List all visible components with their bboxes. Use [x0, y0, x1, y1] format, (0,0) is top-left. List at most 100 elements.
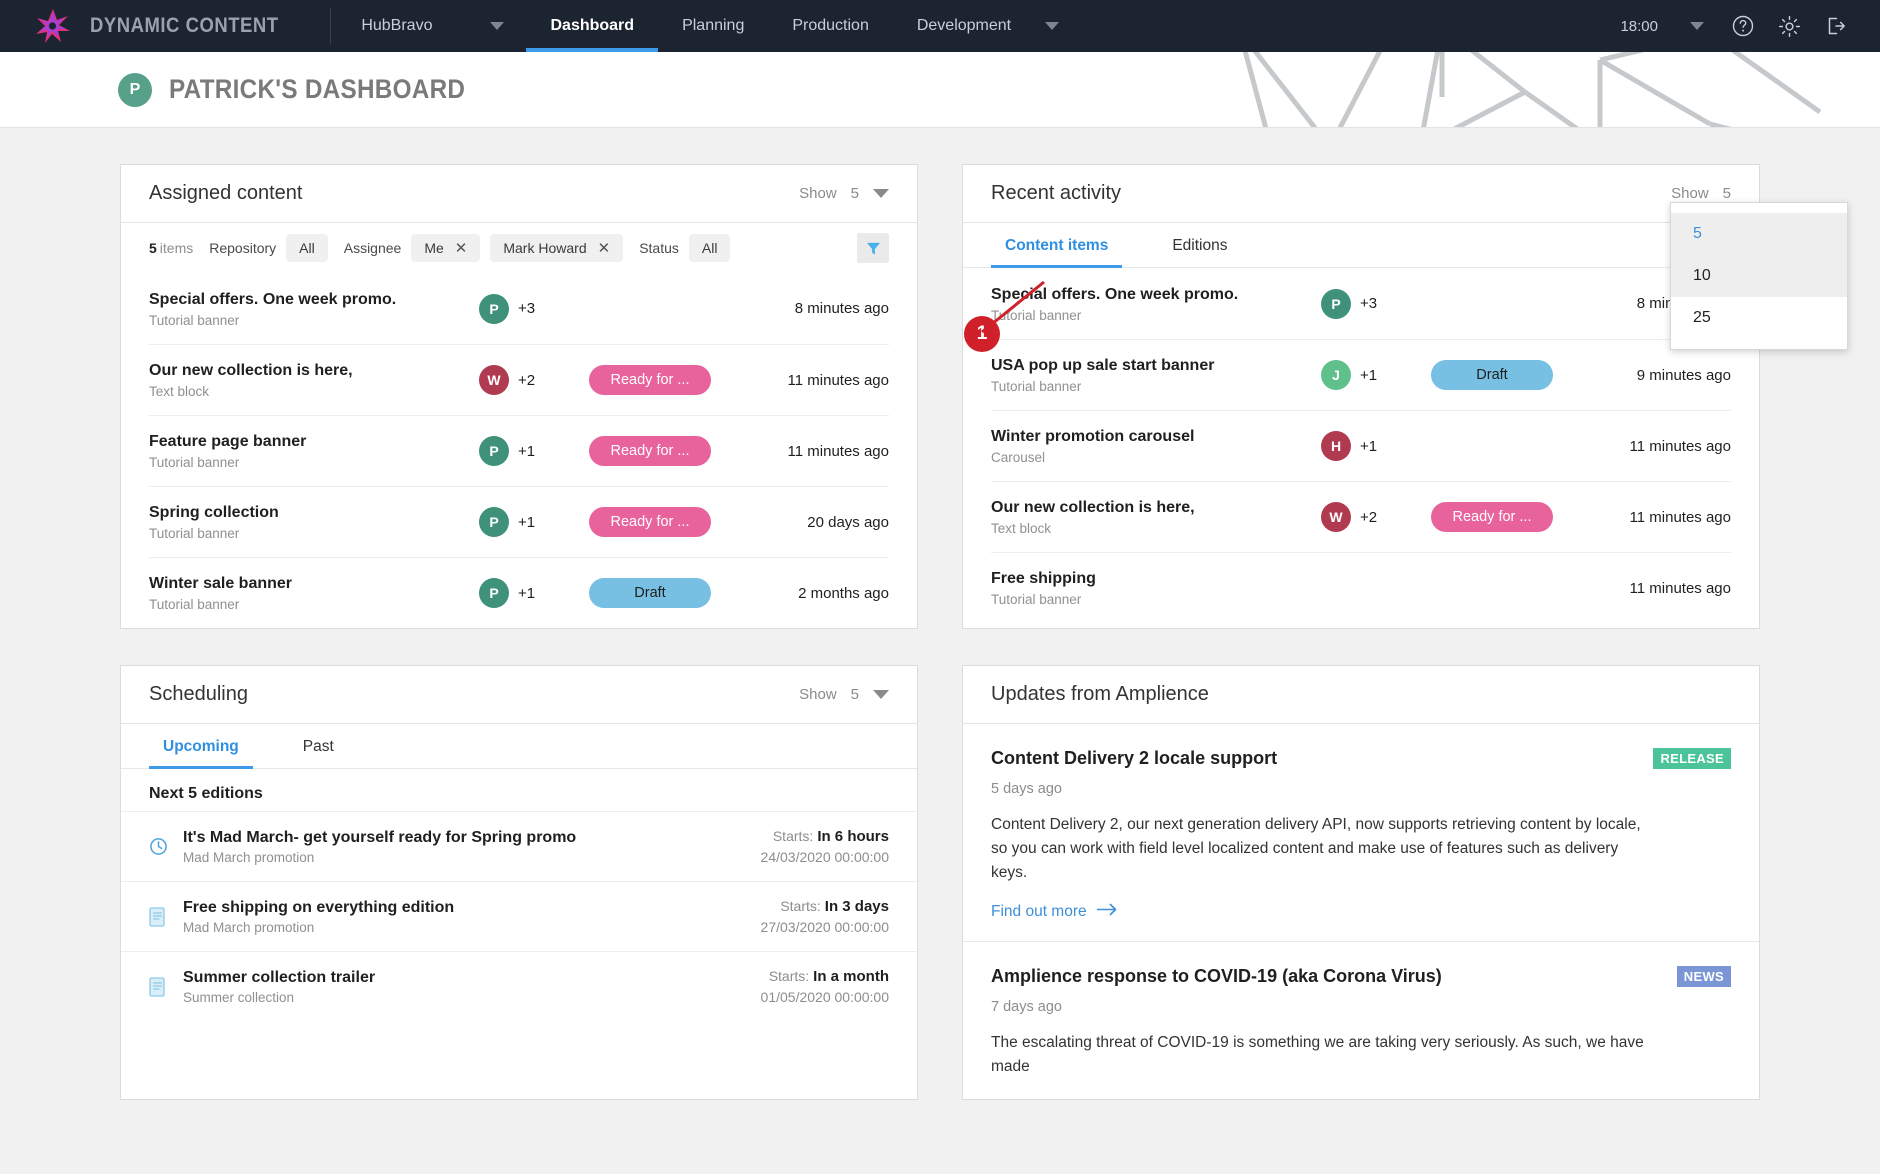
nav-spacer — [1083, 0, 1604, 52]
list-item[interactable]: Special offers. One week promo. Tutorial… — [991, 268, 1731, 339]
recent-activity-rows: Special offers. One week promo. Tutorial… — [963, 268, 1759, 623]
list-item-time: 11 minutes ago — [1553, 580, 1731, 597]
sign-out-icon[interactable] — [1812, 0, 1858, 52]
scheduling-item-timing: Starts:In 6 hours 24/03/2020 00:00:00 — [761, 828, 889, 865]
show-value: 5 — [851, 686, 859, 703]
timezone-time[interactable]: 18:00 — [1604, 18, 1674, 35]
chip-label: Me — [424, 240, 443, 256]
scheduling-item-subtitle: Summer collection — [183, 990, 761, 1005]
repository-filter-chip[interactable]: All — [286, 234, 328, 262]
scheduling-starts-value: In 3 days — [825, 898, 889, 915]
avatar: H — [1321, 431, 1351, 461]
list-item-title: Feature page banner — [149, 432, 479, 452]
assigned-show-dropdown[interactable]: Show 5 — [799, 185, 889, 202]
nav-item-production[interactable]: Production — [768, 0, 893, 52]
list-item[interactable]: Free shipping Tutorial banner 11 minutes… — [991, 552, 1731, 623]
list-item-title: Free shipping — [991, 569, 1321, 589]
list-item[interactable]: Winter promotion carousel Carousel H +1 … — [991, 410, 1731, 481]
status-badge: Ready for ... — [1431, 502, 1553, 532]
status-badge: Draft — [589, 578, 711, 608]
dashboard-content: Assigned content Show 5 5items Repositor… — [0, 128, 1880, 1174]
dropdown-option-label: 25 — [1693, 309, 1711, 327]
dropdown-option-5[interactable]: 5 — [1671, 213, 1847, 255]
update-body: Content Delivery 2, our next generation … — [991, 813, 1646, 885]
dropdown-option-label: 10 — [1693, 267, 1711, 285]
recent-activity-tabs: Content items Editions — [963, 223, 1759, 268]
list-item-text: Winter sale banner Tutorial banner — [149, 574, 479, 612]
scheduling-show-dropdown[interactable]: Show 5 — [799, 686, 889, 703]
nav-environment-selector[interactable] — [1035, 0, 1083, 52]
assignee-chip-mark-howard[interactable]: Mark Howard ✕ — [490, 234, 623, 262]
list-item[interactable]: Winter sale banner Tutorial banner P +1 … — [149, 557, 889, 628]
list-item-subtitle: Text block — [149, 384, 479, 399]
scheduling-list-item[interactable]: Free shipping on everything edition Mad … — [121, 881, 917, 951]
list-item[interactable]: Our new collection is here, Text block W… — [991, 481, 1731, 552]
timezone-chevron-down-icon[interactable] — [1674, 0, 1720, 52]
close-icon[interactable]: ✕ — [455, 241, 468, 256]
scheduling-list-item[interactable]: Summer collection trailer Summer collect… — [121, 951, 917, 1021]
list-item[interactable]: Spring collection Tutorial banner P +1 R… — [149, 486, 889, 557]
list-item-assignees: W +2 — [1321, 502, 1431, 532]
scheduling-item-title: It's Mad March- get yourself ready for S… — [183, 829, 761, 847]
update-badge: RELEASE — [1653, 748, 1731, 769]
nav-item-planning[interactable]: Planning — [658, 0, 768, 52]
close-icon[interactable]: ✕ — [598, 241, 611, 256]
recent-show-dropdown[interactable]: Show 5 — [1671, 185, 1731, 202]
list-item-subtitle: Tutorial banner — [149, 597, 479, 612]
tab-upcoming[interactable]: Upcoming — [149, 724, 253, 768]
gear-icon[interactable] — [1766, 0, 1812, 52]
funnel-icon[interactable] — [857, 233, 889, 263]
update-badge: NEWS — [1677, 966, 1731, 987]
list-item[interactable]: Our new collection is here, Text block W… — [149, 344, 889, 415]
status-badge: Ready for ... — [589, 507, 711, 537]
avatar-overflow-count: +1 — [518, 443, 535, 460]
card-title: Scheduling — [149, 683, 248, 706]
dropdown-top-pad — [1671, 203, 1847, 213]
avatar-overflow-count: +3 — [518, 300, 535, 317]
chip-label: All — [702, 240, 718, 256]
dropdown-option-25[interactable]: 25 — [1671, 297, 1847, 339]
show-count-dropdown-menu[interactable]: 5 10 25 — [1670, 202, 1848, 350]
list-item-title: Spring collection — [149, 503, 479, 523]
update-item: Amplience response to COVID-19 (aka Coro… — [963, 941, 1759, 1099]
assigned-content-rows: Special offers. One week promo. Tutorial… — [121, 273, 917, 628]
brand-block[interactable]: DYNAMIC CONTENT — [0, 0, 330, 52]
list-item-subtitle: Tutorial banner — [149, 526, 479, 541]
list-item[interactable]: Special offers. One week promo. Tutorial… — [149, 273, 889, 344]
list-item-title: USA pop up sale start banner — [991, 356, 1321, 376]
assignee-chip-me[interactable]: Me ✕ — [411, 234, 480, 262]
avatar-overflow-count: +1 — [518, 514, 535, 531]
list-item[interactable]: Feature page banner Tutorial banner P +1… — [149, 415, 889, 486]
show-label: Show — [799, 686, 837, 703]
list-item-text: Feature page banner Tutorial banner — [149, 432, 479, 470]
scheduling-start-date: 27/03/2020 00:00:00 — [761, 919, 889, 935]
list-item-text: Our new collection is here, Text block — [149, 361, 479, 399]
nav-item-dashboard[interactable]: Dashboard — [526, 0, 658, 52]
avatar-overflow-count: +1 — [518, 585, 535, 602]
clock-icon — [149, 837, 183, 856]
status-badge: Ready for ... — [589, 436, 711, 466]
chip-label: Mark Howard — [503, 240, 586, 256]
status-filter-chip[interactable]: All — [689, 234, 731, 262]
find-out-more-link[interactable]: Find out more — [991, 903, 1731, 921]
nav-label: Development — [917, 17, 1011, 35]
tab-past[interactable]: Past — [289, 724, 348, 768]
avatar: P — [1321, 289, 1351, 319]
list-item-status: Draft — [589, 578, 711, 608]
avatar: W — [479, 365, 509, 395]
nav-item-development[interactable]: Development — [893, 0, 1035, 52]
list-item[interactable]: USA pop up sale start banner Tutorial ba… — [991, 339, 1731, 410]
scheduling-item-timing: Starts:In 3 days 27/03/2020 00:00:00 — [761, 898, 889, 935]
card-title: Updates from Amplience — [991, 683, 1209, 706]
tab-editions[interactable]: Editions — [1158, 223, 1241, 267]
dropdown-option-10[interactable]: 10 — [1671, 255, 1847, 297]
question-circle-icon[interactable] — [1720, 0, 1766, 52]
hub-selector[interactable]: HubBravo — [331, 0, 526, 52]
tab-content-items[interactable]: Content items — [991, 223, 1122, 267]
item-count: 5items — [149, 240, 193, 256]
show-value: 5 — [1723, 185, 1731, 202]
scheduling-list-item[interactable]: It's Mad March- get yourself ready for S… — [121, 811, 917, 881]
scheduling-starts-value: In 6 hours — [817, 828, 889, 845]
dropdown-option-label: 5 — [1693, 225, 1702, 243]
list-item-text: USA pop up sale start banner Tutorial ba… — [991, 356, 1321, 394]
